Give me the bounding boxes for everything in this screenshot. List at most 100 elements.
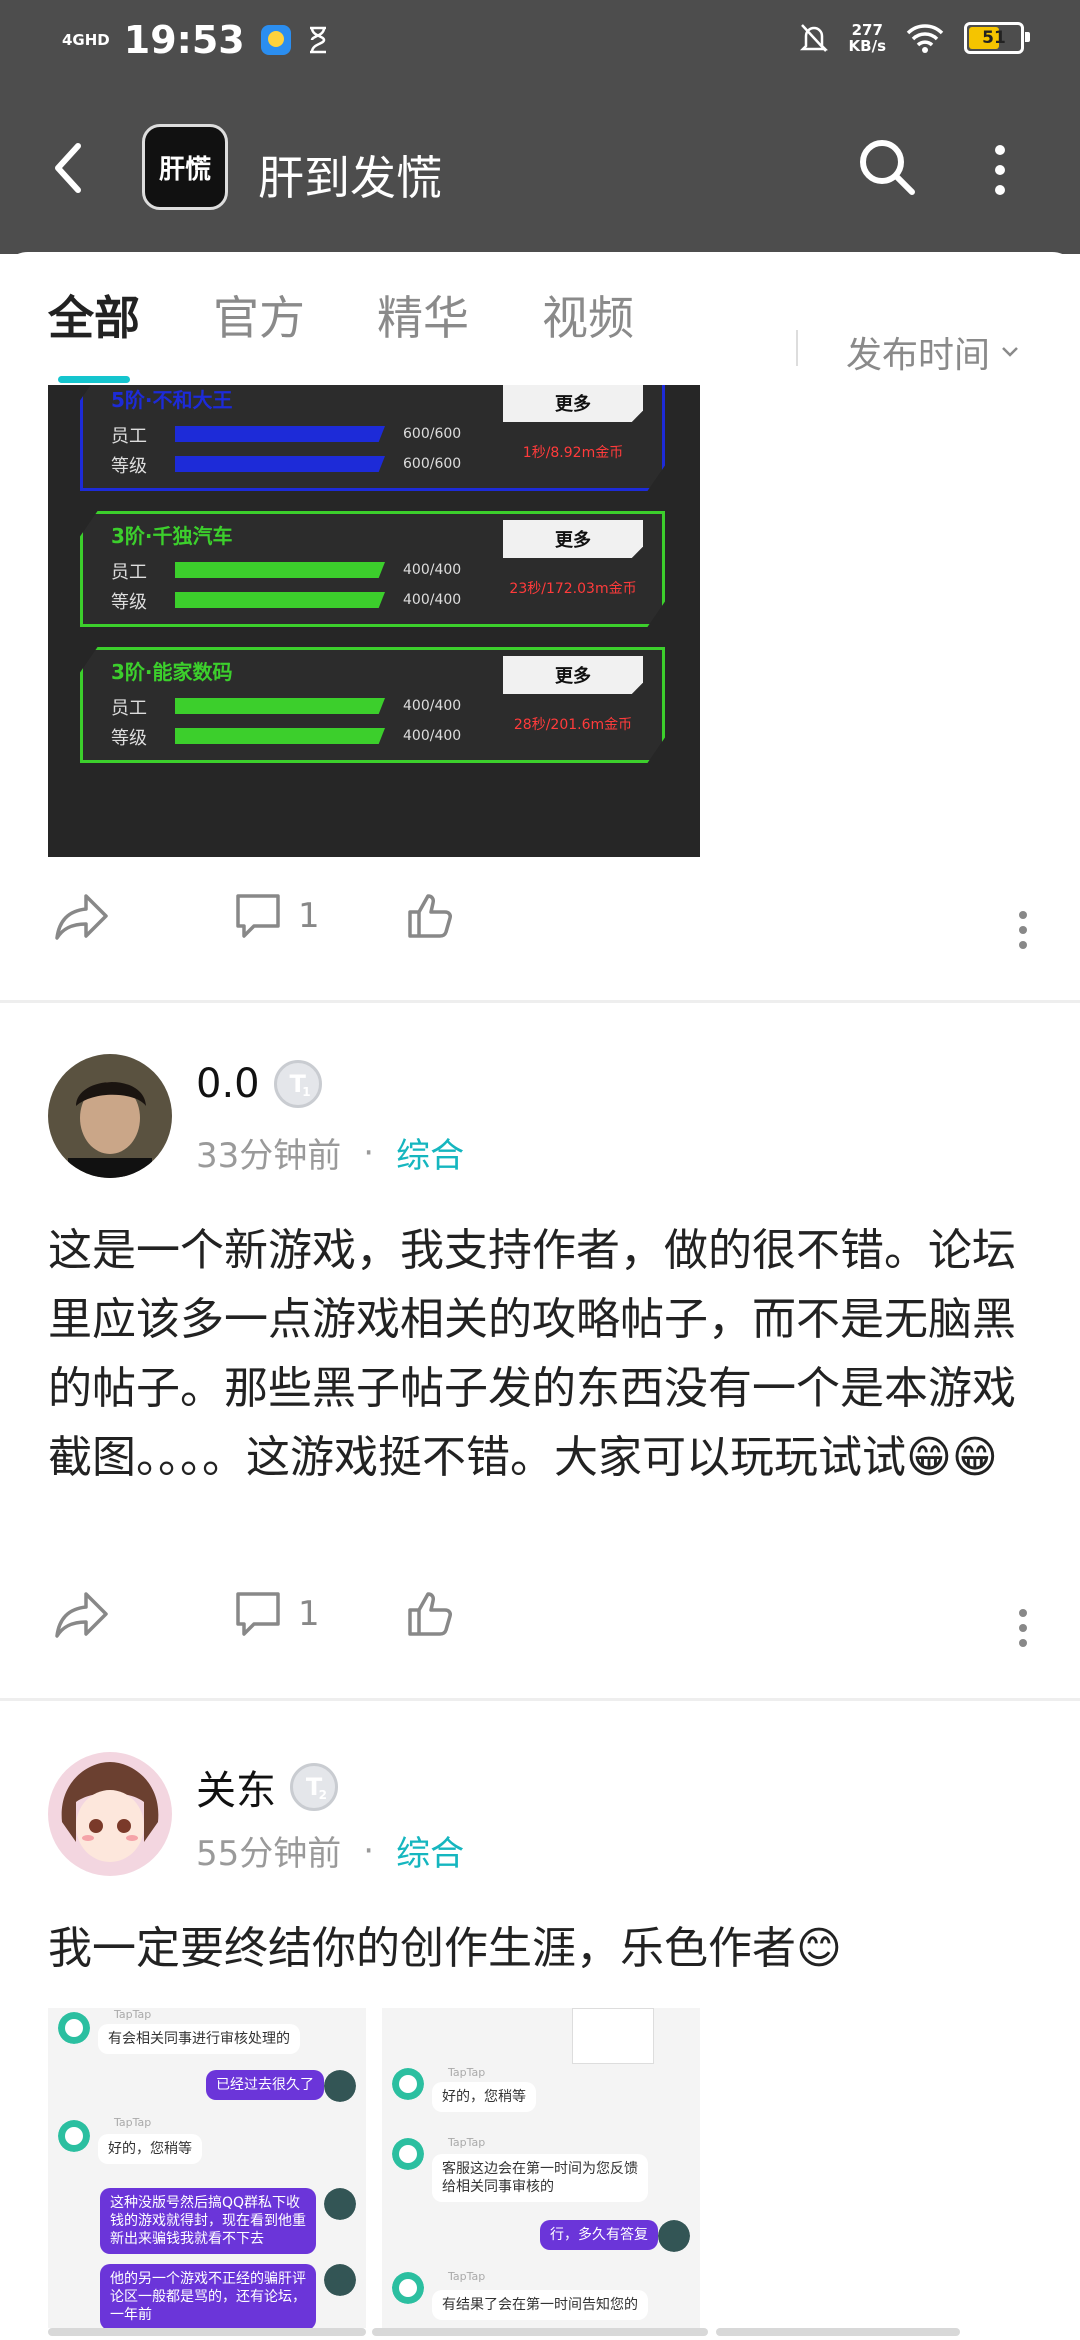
sender-name: TapTap [114, 2008, 152, 2021]
company-name: 3阶·能家数码 [111, 660, 233, 684]
search-icon[interactable] [856, 136, 918, 198]
staff-label: 员工 [111, 562, 147, 583]
chat-message: 好的，您稍等 [98, 2134, 202, 2164]
staff-bar [175, 562, 385, 578]
sort-dropdown[interactable]: 发布时间 [846, 326, 1020, 378]
active-tab-indicator [58, 376, 130, 383]
sender-name: TapTap [448, 2136, 486, 2149]
level-value: 400/400 [403, 592, 462, 608]
staff-label: 员工 [111, 698, 147, 719]
tab-all[interactable]: 全部 [48, 282, 140, 348]
post-body[interactable]: 我一定要终结你的创作生涯，乐色作者😊 [48, 1914, 1038, 1983]
post-image-game-screenshot[interactable]: 5阶·不和大王 员工 600/600 等级 600/600 更多 1秒/8.92… [48, 385, 700, 857]
sender-name: TapTap [114, 2116, 152, 2129]
level-value: 400/400 [403, 728, 462, 744]
username: 关东 [196, 1768, 276, 1814]
post-divider [0, 1698, 1080, 1701]
user-avatar-icon [324, 2188, 356, 2220]
company-name: 3阶·千独汽车 [111, 524, 233, 548]
share-icon [55, 894, 108, 940]
image-scroll-indicator [716, 2328, 960, 2336]
chat-message: 已经过去很久了 [206, 2070, 324, 2100]
forum-title: 肝到发慌 [258, 151, 442, 205]
staff-bar [175, 698, 385, 714]
post-category[interactable]: 综合 [396, 1826, 464, 1875]
share-button[interactable] [52, 890, 112, 942]
post-more-icon[interactable] [1018, 1608, 1028, 1648]
user-avatar-icon [324, 2264, 356, 2296]
staff-bar [175, 426, 385, 442]
avatar[interactable] [48, 1752, 172, 1876]
more-button: 更多 [503, 520, 643, 558]
post-action-bar: 1 [0, 890, 1080, 970]
taptap-avatar-icon [58, 2012, 90, 2044]
post-body[interactable]: 这是一个新游戏，我支持作者，做的很不错。论坛里应该多一点游戏相关的攻略帖子，而不… [48, 1216, 1038, 1492]
comment-count: 1 [298, 1594, 320, 1634]
thumbs-up-icon [408, 894, 452, 938]
mute-bell-icon [799, 24, 828, 52]
battery-indicator: 51 [964, 22, 1030, 54]
post-image-chat-screenshot[interactable]: TapTap 好的，您稍等 TapTap 客服这边会在第一时间为您反馈给相关同事… [382, 2008, 700, 2328]
share-icon [55, 1592, 108, 1638]
like-button[interactable] [404, 1588, 456, 1640]
image-scroll-indicator [48, 2328, 366, 2336]
embedded-thumbnail [572, 2008, 654, 2064]
thumbs-up-icon [408, 1592, 452, 1636]
income-rate: 23秒/172.03m金币 [509, 581, 637, 597]
post-image-chat-screenshot[interactable]: TapTap 有会相关同事进行审核处理的 已经过去很久了 TapTap 好的，您… [48, 2008, 366, 2328]
level-label: 等级 [111, 592, 147, 613]
company-card: 3阶·能家数码 员工 400/400 等级 400/400 更多 28秒/201… [80, 647, 665, 763]
chat-message: 有结果了会在第一时间告知您的 [432, 2290, 648, 2320]
comment-button[interactable]: 1 [232, 1588, 320, 1640]
sort-label: 发布时间 [846, 335, 991, 376]
network-indicator: 4GHD [62, 31, 110, 49]
level-bar [175, 456, 385, 472]
staff-label: 员工 [111, 426, 147, 447]
comment-icon [236, 1592, 280, 1636]
username: 0.0 [196, 1061, 260, 1107]
forum-logo[interactable]: 肝慌 [142, 124, 228, 210]
avatar[interactable] [48, 1054, 172, 1178]
user-avatar-icon [658, 2220, 690, 2252]
comment-button[interactable]: 1 [232, 890, 320, 942]
tab-separator [796, 330, 798, 366]
clock: 19:53 [123, 18, 245, 62]
share-button[interactable] [52, 1588, 112, 1640]
hourglass-icon [309, 26, 326, 54]
tab-bar: 全部 官方 精华 视频 发布时间 [0, 282, 1080, 376]
back-arrow-icon[interactable] [48, 138, 88, 198]
tab-official[interactable]: 官方 [213, 282, 305, 348]
like-button[interactable] [404, 890, 456, 942]
post-divider [0, 1000, 1080, 1003]
post-time: 33分钟前 [196, 1136, 342, 1176]
app-notification-icon [260, 25, 291, 55]
taptap-avatar-icon [392, 2272, 424, 2304]
post-author[interactable]: 关东 T2 [196, 1758, 338, 1816]
more-button: 更多 [503, 385, 643, 422]
post-more-icon[interactable] [1018, 910, 1028, 950]
level-bar [175, 592, 385, 608]
post-author[interactable]: 0.0 T1 [196, 1060, 322, 1108]
level-label: 等级 [111, 456, 147, 477]
image-scroll-indicator [372, 2328, 708, 2336]
level-bar [175, 728, 385, 744]
staff-value: 400/400 [403, 562, 462, 578]
app-header: 肝慌 肝到发慌 [0, 84, 1080, 254]
post-category[interactable]: 综合 [396, 1128, 464, 1177]
post-meta: 55分钟前 · 综合 [196, 1826, 464, 1875]
comment-count: 1 [298, 896, 320, 936]
taptap-avatar-icon [392, 2138, 424, 2170]
tab-video[interactable]: 视频 [542, 282, 634, 348]
meta-dot: · [363, 1830, 375, 1871]
level-label: 等级 [111, 728, 147, 749]
income-rate: 28秒/201.6m金币 [513, 717, 633, 733]
status-bar: 4GHD 19:53 277 KB/s 51 [0, 0, 1080, 84]
company-card: 3阶·千独汽车 员工 400/400 等级 400/400 更多 23秒/172… [80, 511, 665, 627]
sender-name: TapTap [448, 2066, 486, 2079]
wifi-icon [906, 24, 944, 53]
meta-dot: · [363, 1132, 375, 1173]
chat-message: 行，多久有答复 [540, 2220, 658, 2250]
chat-message: 他的另一个游戏不正经的骗肝评论区一般都是骂的，还有论坛，一年前 [100, 2264, 316, 2328]
tab-featured[interactable]: 精华 [377, 282, 469, 348]
more-options-icon[interactable] [990, 142, 1010, 198]
